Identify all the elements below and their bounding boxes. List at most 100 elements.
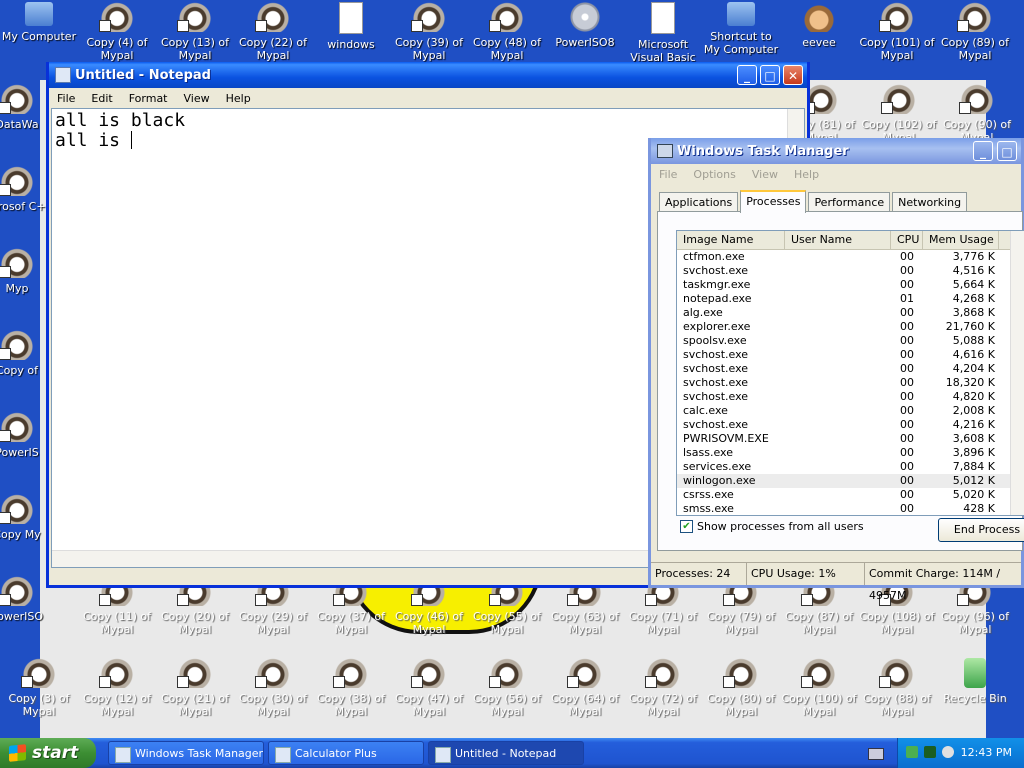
- table-row[interactable]: spoolsv.exe 00 5,088 K: [677, 334, 1024, 348]
- desktop-icon[interactable]: eevee: [780, 2, 858, 62]
- volume-icon[interactable]: [942, 746, 954, 758]
- process-list-scrollbar[interactable]: [1010, 231, 1024, 515]
- desktop-icon[interactable]: Copy (38) of Mypal: [312, 658, 390, 718]
- tray-app-icon[interactable]: [924, 746, 936, 758]
- col-image-name[interactable]: Image Name: [677, 231, 785, 249]
- desktop-icon[interactable]: Copy (39) of Mypal: [390, 2, 468, 62]
- desktop-icon[interactable]: Copy (3) of Mypal: [0, 658, 78, 718]
- desktop-icon[interactable]: Copy (102) of Mypal: [860, 84, 938, 144]
- table-row[interactable]: svchost.exe 00 4,616 K: [677, 348, 1024, 362]
- desktop-icon[interactable]: Recycle Bin: [936, 658, 1014, 718]
- table-row[interactable]: winlogon.exe 00 5,012 K: [677, 474, 1024, 488]
- tab-performance[interactable]: Performance: [808, 192, 891, 213]
- table-row[interactable]: csrss.exe 00 5,020 K: [677, 488, 1024, 502]
- windows-logo-icon: [9, 744, 26, 762]
- cell-name: PWRISOVM.EXE: [683, 432, 769, 445]
- desktop-icon[interactable]: Copy (88) of Mypal: [858, 658, 936, 718]
- table-row[interactable]: services.exe 00 7,884 K: [677, 460, 1024, 474]
- taskmgr-minimize-button[interactable]: _: [973, 141, 993, 161]
- process-list[interactable]: Image Name User Name CPU Mem Usage ctfmo…: [676, 230, 1024, 516]
- table-row[interactable]: explorer.exe 00 21,760 K: [677, 320, 1024, 334]
- desktop-icon-label: Copy (37) of Mypal: [316, 610, 386, 636]
- cell-mem: 4,820 K: [952, 390, 995, 403]
- desktop-icon[interactable]: Copy (13) of Mypal: [156, 2, 234, 62]
- table-row[interactable]: svchost.exe 00 18,320 K: [677, 376, 1024, 390]
- keyboard-icon[interactable]: [868, 748, 884, 760]
- table-row[interactable]: notepad.exe 01 4,268 K: [677, 292, 1024, 306]
- table-row[interactable]: svchost.exe 00 4,820 K: [677, 390, 1024, 404]
- tm-menu-file[interactable]: File: [651, 168, 685, 181]
- tab-processes[interactable]: Processes: [740, 190, 807, 213]
- desktop-icon[interactable]: Microsoft Visual Basic 6.0: [624, 2, 702, 64]
- close-button[interactable]: ✕: [783, 65, 803, 85]
- notepad-titlebar[interactable]: Untitled - Notepad _ □ ✕: [49, 62, 807, 88]
- show-all-users-option[interactable]: ✔ Show processes from all users: [680, 520, 864, 533]
- desktop-icon[interactable]: Copy (101) of Mypal: [858, 2, 936, 62]
- desktop-icon[interactable]: Copy (72) of Mypal: [624, 658, 702, 718]
- desktop-icon[interactable]: Copy (12) of Mypal: [78, 658, 156, 718]
- desktop-icon[interactable]: Copy (22) of Mypal: [234, 2, 312, 62]
- desktop-icon[interactable]: Copy (80) of Mypal: [702, 658, 780, 718]
- table-row[interactable]: alg.exe 00 3,868 K: [677, 306, 1024, 320]
- menu-view[interactable]: View: [176, 92, 218, 105]
- desktop-icon[interactable]: Copy (30) of Mypal: [234, 658, 312, 718]
- desktop-icon[interactable]: Copy (100) of Mypal: [780, 658, 858, 718]
- taskmgr-maximize-button[interactable]: □: [997, 141, 1017, 161]
- table-row[interactable]: ctfmon.exe 00 3,776 K: [677, 250, 1024, 264]
- col-user-name[interactable]: User Name: [785, 231, 891, 249]
- table-row[interactable]: svchost.exe 00 4,204 K: [677, 362, 1024, 376]
- taskbar-item-notepad[interactable]: Untitled - Notepad: [428, 741, 584, 765]
- cell-cpu: 00: [900, 306, 914, 319]
- taskbar-item-task-manager[interactable]: Windows Task Manager: [108, 741, 264, 765]
- tab-networking[interactable]: Networking: [892, 192, 968, 213]
- table-row[interactable]: calc.exe 00 2,008 K: [677, 404, 1024, 418]
- table-row[interactable]: svchost.exe 00 4,216 K: [677, 418, 1024, 432]
- col-mem-usage[interactable]: Mem Usage: [923, 231, 999, 249]
- desktop-icon[interactable]: Copy (48) of Mypal: [468, 2, 546, 62]
- desktop-icon[interactable]: Copy (56) of Mypal: [468, 658, 546, 718]
- desktop-icon[interactable]: Copy (90) of Mypal: [938, 84, 1016, 144]
- clock[interactable]: 12:43 PM: [961, 738, 1012, 768]
- tm-menu-options[interactable]: Options: [685, 168, 743, 181]
- maximize-button[interactable]: □: [760, 65, 780, 85]
- show-all-users-checkbox[interactable]: ✔: [680, 520, 693, 533]
- cell-user: [785, 488, 891, 502]
- desktop-icon[interactable]: windows: [312, 2, 390, 64]
- taskmgr-titlebar[interactable]: Windows Task Manager _ □: [651, 138, 1021, 164]
- taskbar-item-calculator[interactable]: Calculator Plus: [268, 741, 424, 765]
- raccoon-icon: [567, 658, 601, 688]
- desktop-icon[interactable]: Copy (89) of Mypal: [936, 2, 1014, 62]
- tm-menu-view[interactable]: View: [744, 168, 786, 181]
- table-row[interactable]: lsass.exe 00 3,896 K: [677, 446, 1024, 460]
- start-button[interactable]: start: [0, 738, 96, 768]
- network-icon[interactable]: [906, 746, 918, 758]
- table-row[interactable]: PWRISOVM.EXE 00 3,608 K: [677, 432, 1024, 446]
- tab-applications[interactable]: Applications: [659, 192, 739, 213]
- raccoon-icon: [21, 658, 55, 688]
- desktop-icon-label: Copy (48) of Mypal: [472, 36, 542, 62]
- minimize-button[interactable]: _: [737, 65, 757, 85]
- desktop-icon[interactable]: Copy (21) of Mypal: [156, 658, 234, 718]
- cell-cpu: 00: [900, 362, 914, 375]
- menu-edit[interactable]: Edit: [83, 92, 120, 105]
- desktop-icon[interactable]: PowerISO8: [546, 2, 624, 62]
- col-cpu[interactable]: CPU: [891, 231, 923, 249]
- menu-file[interactable]: File: [49, 92, 83, 105]
- menu-format[interactable]: Format: [121, 92, 176, 105]
- table-row[interactable]: svchost.exe 00 4,516 K: [677, 264, 1024, 278]
- cell-name: svchost.exe: [683, 376, 749, 389]
- table-row[interactable]: smss.exe 00 428 K: [677, 502, 1024, 515]
- end-process-button[interactable]: End Process: [938, 518, 1024, 542]
- cell-cpu: 00: [900, 460, 914, 473]
- tm-menu-help[interactable]: Help: [786, 168, 827, 181]
- desktop-icon[interactable]: Shortcut to My Computer: [702, 2, 780, 56]
- taskmgr-tabs: Applications Processes Performance Netwo…: [659, 190, 969, 213]
- desktop-icon[interactable]: Copy (64) of Mypal: [546, 658, 624, 718]
- system-tray: 12:43 PM: [897, 738, 1024, 768]
- desktop-icon[interactable]: Copy (47) of Mypal: [390, 658, 468, 718]
- menu-help[interactable]: Help: [218, 92, 259, 105]
- desktop-icon[interactable]: My Computer: [0, 2, 78, 56]
- table-row[interactable]: taskmgr.exe 00 5,664 K: [677, 278, 1024, 292]
- desktop-icon[interactable]: Copy (4) of Mypal: [78, 2, 156, 62]
- task-manager-window[interactable]: Windows Task Manager _ □ File Options Vi…: [648, 138, 1024, 602]
